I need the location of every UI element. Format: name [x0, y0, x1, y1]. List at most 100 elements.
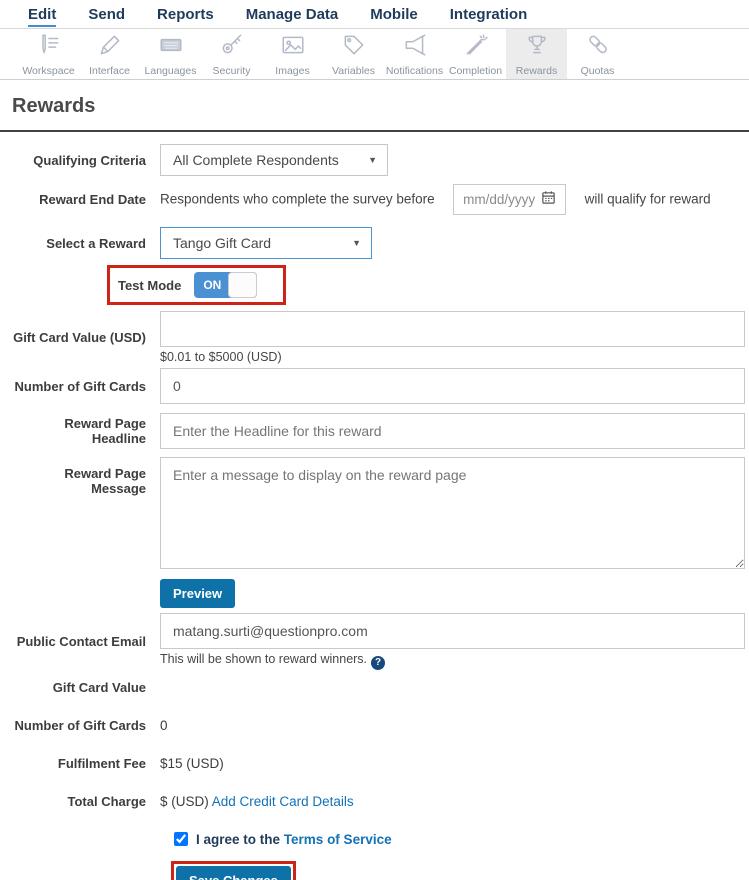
reward-end-date-label: Reward End Date — [39, 192, 146, 207]
magic-wand-icon — [463, 32, 489, 63]
nav-item-mobile[interactable]: Mobile — [370, 6, 418, 25]
gift-card-value-helper: $0.01 to $5000 (USD) — [160, 350, 282, 364]
number-of-gift-cards-row: Number of Gift Cards — [12, 368, 749, 404]
toolbar-item-label: Notifications — [385, 64, 444, 77]
end-date-input-wrap — [453, 184, 567, 215]
terms-agree-checkbox[interactable] — [174, 832, 188, 846]
qualifying-criteria-select[interactable]: All Complete Respondents ▼ — [160, 144, 388, 176]
qualifying-criteria-label: Qualifying Criteria — [33, 152, 146, 168]
total-charge-label: Total Charge — [67, 794, 147, 809]
end-date-input[interactable] — [463, 192, 542, 207]
terms-agree-row: I agree to the Terms of Service — [174, 832, 749, 847]
toolbar-item-quotas[interactable]: Quotas — [567, 29, 628, 79]
public-contact-email-row: Public Contact Email This will be shown … — [12, 613, 749, 670]
test-mode-row: Test Mode ON — [12, 265, 749, 305]
trophy-icon — [524, 32, 550, 63]
image-icon — [280, 32, 306, 63]
keyboard-icon — [158, 32, 184, 63]
save-changes-highlight-box: Save Changes — [171, 860, 296, 880]
gift-card-value-input[interactable] — [160, 311, 745, 347]
toolbar-item-completion[interactable]: Completion — [445, 29, 506, 79]
toolbar-item-rewards[interactable]: Rewards — [506, 29, 567, 79]
select-reward-select[interactable]: Tango Gift Card ▼ — [160, 227, 372, 259]
preview-button[interactable]: Preview — [160, 579, 236, 608]
terms-agree-text: I agree to the Terms of Service — [196, 831, 392, 847]
toolbar-item-images[interactable]: Images — [262, 29, 323, 79]
toolbar-item-label: Languages — [144, 64, 197, 77]
rewards-form: Qualifying Criteria All Complete Respond… — [12, 132, 749, 880]
total-charge-value: $ (USD) — [160, 794, 209, 809]
toolbar-item-label: Images — [275, 64, 310, 77]
fulfilment-fee-row: Fulfilment Fee $15 (USD) — [12, 756, 749, 772]
nav-item-reports[interactable]: Reports — [157, 6, 214, 25]
reward-page-headline-row: Reward Page Headline — [12, 413, 749, 449]
add-credit-card-link[interactable]: Add Credit Card Details — [212, 794, 354, 809]
summary-gift-card-value-label: Gift Card Value — [52, 680, 146, 695]
reward-end-date-row: Reward End Date Respondents who complete… — [12, 184, 749, 215]
reward-page-message-label: Reward Page Message — [64, 466, 146, 496]
test-mode-label: Test Mode — [118, 277, 182, 293]
chain-links-icon — [585, 32, 611, 63]
page-title: Rewards — [12, 95, 96, 117]
toolbar-item-label: Quotas — [580, 64, 615, 77]
settings-toolbar: Workspace Interface Languages Security I… — [0, 28, 749, 80]
megaphone-icon — [402, 32, 428, 63]
pen-list-icon — [36, 32, 62, 63]
toolbar-item-variables[interactable]: Variables — [323, 29, 384, 79]
key-icon — [219, 32, 245, 63]
end-date-before-text: Respondents who complete the survey befo… — [160, 191, 435, 207]
nav-item-integration[interactable]: Integration — [450, 6, 528, 25]
toggle-knob[interactable] — [228, 272, 258, 298]
summary-number-of-gift-cards-row: Number of Gift Cards 0 — [12, 718, 749, 734]
chevron-down-icon: ▼ — [368, 155, 377, 165]
toolbar-item-label: Variables — [332, 64, 375, 77]
summary-number-of-gift-cards: 0 — [160, 718, 168, 733]
chevron-down-icon: ▼ — [352, 238, 361, 248]
qualifying-criteria-row: Qualifying Criteria All Complete Respond… — [12, 144, 749, 176]
toolbar-item-label: Completion — [448, 64, 503, 77]
calendar-icon[interactable] — [541, 190, 556, 210]
preview-row: Preview — [12, 579, 749, 608]
public-contact-email-input[interactable] — [160, 613, 745, 649]
test-mode-toggle[interactable]: ON — [194, 272, 258, 298]
toolbar-item-languages[interactable]: Languages — [140, 29, 201, 79]
reward-page-message-textarea[interactable] — [160, 457, 745, 569]
top-navigation: Edit Send Reports Manage Data Mobile Int… — [0, 0, 749, 28]
toolbar-item-security[interactable]: Security — [201, 29, 262, 79]
nav-item-edit[interactable]: Edit — [28, 6, 57, 27]
nav-item-manage-data[interactable]: Manage Data — [246, 6, 339, 25]
fulfilment-fee-label: Fulfilment Fee — [57, 756, 146, 771]
number-of-gift-cards-label: Number of Gift Cards — [14, 378, 146, 394]
qualifying-criteria-value: All Complete Respondents — [173, 152, 339, 168]
toolbar-item-notifications[interactable]: Notifications — [384, 29, 445, 79]
toolbar-item-label: Workspace — [22, 64, 75, 77]
reward-page-headline-input[interactable] — [160, 413, 745, 449]
toolbar-item-workspace[interactable]: Workspace — [18, 29, 79, 79]
public-contact-email-helper: This will be shown to reward winners.? — [160, 649, 745, 670]
nav-item-send[interactable]: Send — [88, 6, 125, 25]
select-reward-value: Tango Gift Card — [173, 235, 272, 251]
summary-gift-card-value-row: Gift Card Value — [12, 680, 749, 696]
terms-of-service-link[interactable]: Terms of Service — [284, 832, 392, 847]
reward-page-headline-label: Reward Page Headline — [64, 416, 146, 446]
select-reward-row: Select a Reward Tango Gift Card ▼ — [12, 227, 749, 259]
toolbar-item-label: Security — [212, 64, 251, 77]
end-date-after-text: will qualify for reward — [584, 191, 711, 207]
public-contact-email-label: Public Contact Email — [16, 633, 146, 649]
save-changes-button[interactable]: Save Changes — [176, 865, 291, 880]
question-mark-icon[interactable]: ? — [371, 655, 386, 670]
test-mode-highlight-box: Test Mode ON — [107, 265, 287, 305]
fulfilment-fee-value: $15 (USD) — [160, 756, 224, 771]
total-charge-row: Total Charge $ (USD) Add Credit Card Det… — [12, 794, 749, 810]
tag-icon — [341, 32, 367, 63]
toolbar-item-label: Rewards — [515, 64, 558, 77]
pen-icon — [97, 32, 123, 63]
toolbar-item-label: Interface — [89, 64, 130, 77]
gift-card-value-row: Gift Card Value (USD) $0.01 to $5000 (US… — [12, 311, 749, 364]
number-of-gift-cards-input[interactable] — [160, 368, 745, 404]
toggle-on-text: ON — [203, 278, 222, 292]
summary-number-of-gift-cards-label: Number of Gift Cards — [14, 718, 146, 733]
select-reward-label: Select a Reward — [46, 235, 146, 251]
toolbar-item-interface[interactable]: Interface — [79, 29, 140, 79]
gift-card-value-label: Gift Card Value (USD) — [13, 330, 146, 345]
